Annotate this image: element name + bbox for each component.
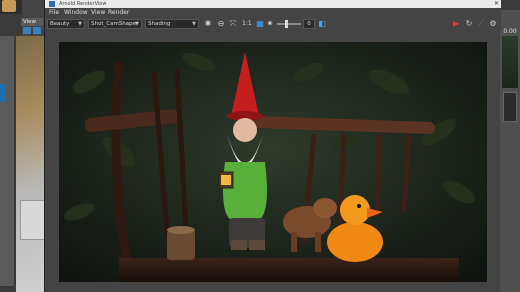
menu-view[interactable]: View	[91, 8, 105, 18]
host-preview-image	[502, 36, 518, 88]
exposure-input[interactable]: 0	[303, 19, 315, 29]
menu-window[interactable]: Window	[64, 8, 88, 18]
display-icon[interactable]: ◧	[317, 19, 327, 29]
exposure-slider-knob[interactable]	[285, 20, 288, 28]
host-value-readout: 0.00	[503, 28, 517, 35]
chevron-down-icon: ▼	[192, 21, 196, 27]
crop-region-icon[interactable]: ⟋	[476, 19, 486, 29]
refresh-render-icon[interactable]: ↻	[464, 19, 474, 29]
window-titlebar[interactable]: Arnold RenderView ✕	[45, 0, 501, 8]
camera-dropdown[interactable]: Shot_CamShape ▼	[88, 19, 142, 29]
window-title: Arnold RenderView	[59, 1, 107, 7]
menubar: File Window View Render	[45, 8, 501, 18]
host-viewport-thumbnail	[16, 36, 46, 292]
fit-icon[interactable]: ⊖	[216, 19, 226, 29]
menu-file[interactable]: File	[49, 8, 59, 18]
render-viewport[interactable]	[59, 42, 487, 282]
host-shelf-strip	[0, 36, 14, 286]
desktop: 0.00 Arnold RenderView ✕ View File Windo…	[0, 0, 520, 292]
grid-icon[interactable]	[33, 27, 41, 34]
renderview-window: Arnold RenderView ✕ View File Window Vie…	[21, 0, 501, 292]
app-logo-icon	[49, 1, 55, 7]
aov-dropdown[interactable]: Beauty ▼	[47, 19, 85, 29]
crop-icon[interactable]: ✱	[203, 19, 213, 29]
region-icon[interactable]: ▦	[255, 19, 265, 29]
view-tab[interactable]: View	[21, 18, 43, 26]
mode-dropdown[interactable]: Shading ▼	[145, 19, 199, 29]
mode-value: Shading	[148, 21, 171, 27]
menu-render[interactable]: Render	[108, 8, 129, 18]
host-subwindow[interactable]	[503, 92, 517, 122]
host-scene-object	[20, 200, 46, 240]
render-stop-icon[interactable]: ▶	[451, 19, 461, 29]
host-selection-marker	[0, 84, 6, 102]
rendered-image	[59, 42, 487, 282]
chevron-down-icon: ▼	[78, 21, 82, 27]
gear-icon[interactable]: ⚙	[488, 19, 498, 29]
aov-value: Beauty	[50, 21, 70, 27]
camera-value: Shot_CamShape	[91, 21, 137, 27]
refresh-icon[interactable]: ⤧	[228, 19, 238, 29]
exposure-icon[interactable]: ✷	[265, 19, 275, 29]
chevron-down-icon: ▼	[135, 21, 139, 27]
host-window-controls[interactable]	[500, 0, 520, 10]
view-tab-icons	[23, 27, 43, 35]
toolbar: Beauty ▼ Shot_CamShape ▼ Shading ▼ ✱ ⊖ ⤧…	[45, 18, 501, 30]
camera-icon[interactable]	[23, 27, 31, 34]
app-icon	[2, 0, 16, 12]
ratio-label[interactable]: 1:1	[242, 19, 252, 29]
exposure-slider-track[interactable]	[277, 23, 301, 25]
wooden-spool	[167, 226, 195, 260]
close-icon[interactable]: ✕	[494, 0, 499, 8]
